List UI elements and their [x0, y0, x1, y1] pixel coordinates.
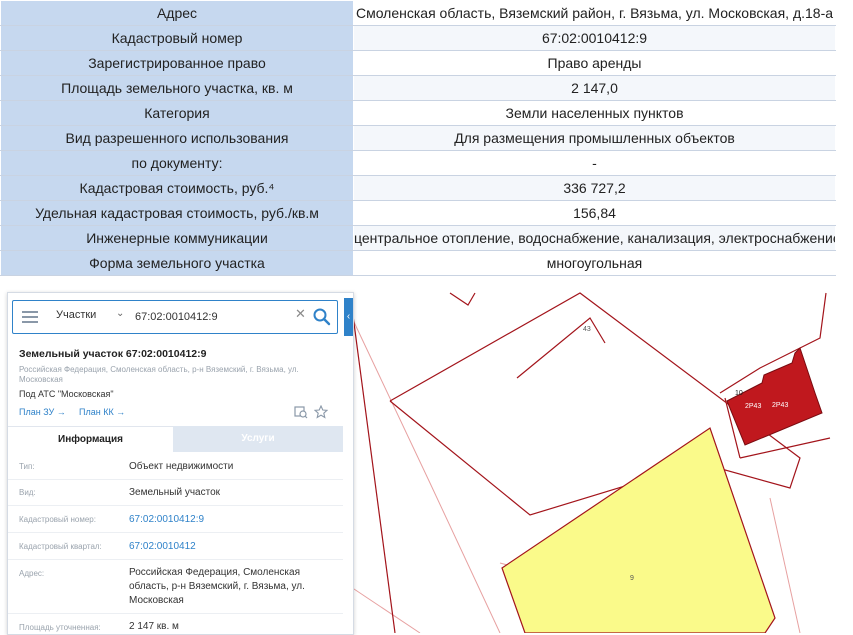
attribute-label: Вид:: [19, 488, 36, 497]
locate-icon[interactable]: [294, 405, 308, 419]
collapse-panel-button[interactable]: ‹: [344, 298, 353, 336]
search-type-select[interactable]: Участки: [56, 309, 96, 321]
table-row: Площадь земельного участка, кв. м2 147,0: [0, 75, 836, 101]
search-box[interactable]: Участки ⌄ ✕: [12, 300, 338, 334]
row-value: центральное отопление, водоснабжение, ка…: [353, 225, 836, 251]
row-value: 67:02:0010412:9: [353, 25, 836, 51]
table-row: Кадастровая стоимость, руб.⁴ 336 727,2: [0, 175, 836, 201]
object-info-panel: Участки ⌄ ✕ ‹ Земельный участок 67:02:00…: [7, 292, 354, 635]
property-info-table: Адрес Смоленская область, Вяземский район…: [0, 0, 836, 276]
search-input[interactable]: [135, 307, 285, 327]
row-label: Инженерные коммуникации: [0, 225, 354, 251]
attribute-row: Площадь уточненная: 2 147 кв. м: [8, 613, 343, 634]
chevron-down-icon[interactable]: ⌄: [116, 308, 124, 319]
attribute-row: Кадастровый квартал: 67:02:0010412: [8, 532, 343, 560]
tab-services[interactable]: Услуги: [173, 426, 343, 452]
row-value: Право аренды: [353, 50, 836, 76]
attribute-row: Адрес: Российская Федерация, Смоленская …: [8, 559, 343, 614]
search-bar: Участки ⌄ ✕ ‹: [8, 293, 353, 341]
table-row: Удельная кадастровая стоимость, руб./кв.…: [0, 200, 836, 226]
table-row: по документу: -: [0, 150, 836, 176]
row-label: Кадастровый номер: [0, 25, 354, 51]
parcel-label-43: 43: [583, 326, 591, 333]
cadastral-number-link[interactable]: 67:02:0010412:9: [129, 513, 329, 527]
building-label: 2Р43: [772, 402, 788, 409]
row-label: Вид разрешенного использования: [0, 125, 354, 151]
parcel-label-9: 9: [630, 575, 634, 582]
row-value: -: [353, 150, 836, 176]
tab-info[interactable]: Информация: [8, 426, 173, 453]
building-label: 2Р43: [745, 403, 761, 410]
menu-icon[interactable]: [22, 311, 38, 323]
panel-tabs: Информация Услуги: [8, 426, 343, 453]
row-label: Зарегистрированное право: [0, 50, 354, 76]
row-value: Смоленская область, Вяземский район, г. …: [353, 0, 836, 26]
row-label: по документу:: [0, 150, 354, 176]
attribute-label: Площадь уточненная:: [19, 623, 101, 632]
row-label: Форма земельного участка: [0, 250, 354, 276]
selected-parcel[interactable]: [501, 427, 776, 633]
attribute-label: Кадастровый номер:: [19, 515, 96, 524]
row-label: Адрес: [0, 0, 354, 26]
row-value: многоугольная: [353, 250, 836, 276]
search-icon[interactable]: [312, 307, 332, 327]
plan-zu-link[interactable]: План ЗУ →: [19, 407, 66, 417]
attribute-label: Кадастровый квартал:: [19, 542, 102, 551]
object-owner: Под АТС "Московская": [19, 389, 114, 399]
row-value: 2 147,0: [353, 75, 836, 101]
table-row: Форма земельного участка многоугольная: [0, 250, 836, 276]
table-row: Вид разрешенного использования Для размещ…: [0, 125, 836, 151]
attribute-value: Земельный участок: [129, 487, 221, 498]
row-label: Кадастровая стоимость, руб.⁴: [0, 175, 354, 201]
close-icon[interactable]: ✕: [295, 306, 306, 322]
row-value: 336 727,2: [353, 175, 836, 201]
star-icon[interactable]: [314, 405, 328, 419]
row-value: 156,84: [353, 200, 836, 226]
table-row: Инженерные коммуникации центральное отопл…: [0, 225, 836, 251]
table-row: Зарегистрированное право Право аренды: [0, 50, 836, 76]
plan-kk-link[interactable]: План КК →: [79, 407, 125, 417]
table-row: Кадастровый номер 67:02:0010412:9: [0, 25, 836, 51]
attribute-label: Адрес:: [19, 569, 45, 578]
row-value: Для размещения промышленных объектов: [353, 125, 836, 151]
cadastral-quarter-link[interactable]: 67:02:0010412: [129, 540, 329, 554]
row-label: Удельная кадастровая стоимость, руб./кв.…: [0, 200, 354, 226]
row-label: Площадь земельного участка, кв. м: [0, 75, 354, 101]
row-label: Категория: [0, 100, 354, 126]
attribute-value: 2 147 кв. м: [129, 621, 179, 632]
table-row: Категория Земли населенных пунктов: [0, 100, 836, 126]
attribute-value: Российская Федерация, Смоленская область…: [129, 567, 305, 606]
row-value: Земли населенных пунктов: [353, 100, 836, 126]
attribute-value: Объект недвижимости: [129, 461, 234, 472]
table-row: Адрес Смоленская область, Вяземский район…: [0, 0, 836, 26]
object-title: Земельный участок 67:02:0010412:9: [19, 348, 207, 360]
attribute-row: Кадастровый номер: 67:02:0010412:9: [8, 505, 343, 533]
object-address: Российская Федерация, Смоленская область…: [19, 365, 299, 384]
parcel-label-10: 10: [735, 390, 743, 397]
attribute-label: Тип:: [19, 462, 35, 471]
attribute-row: Вид: Земельный участок: [8, 479, 343, 506]
attribute-row: Тип: Объект недвижимости: [8, 453, 343, 480]
